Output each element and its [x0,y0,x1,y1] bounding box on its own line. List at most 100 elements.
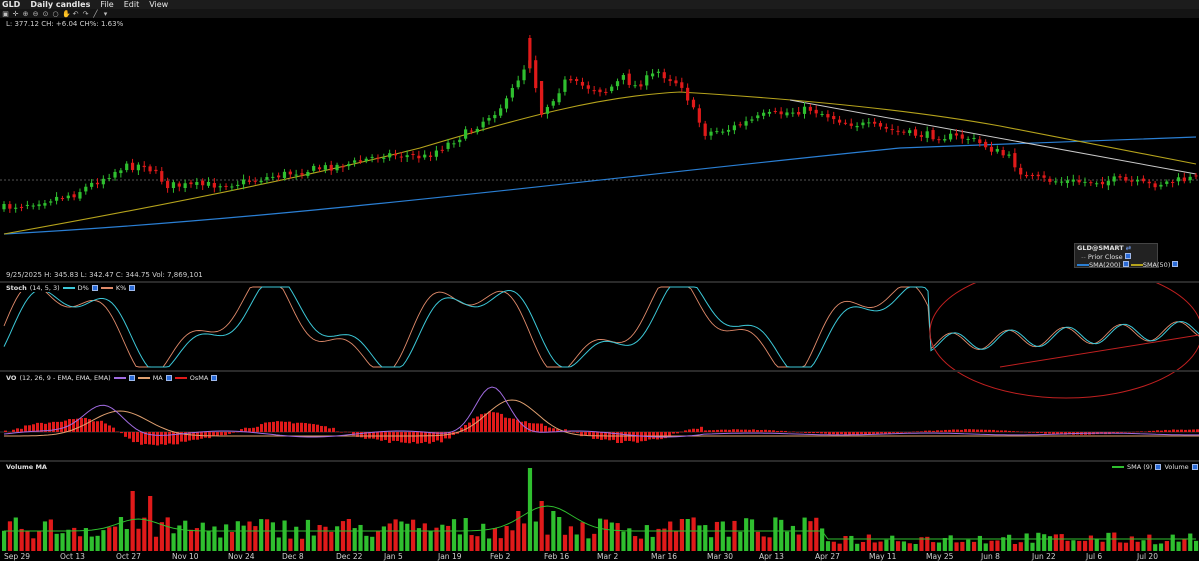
candle-body [545,107,550,114]
volume-bar [638,538,644,551]
osma-bar [80,418,83,432]
volume-bar [691,517,696,551]
osma-bar [948,429,951,432]
date-tick-label: Nov 10 [172,552,199,561]
osma-bar [548,427,551,432]
sma200-checkbox[interactable] [1122,261,1129,267]
vol-sma-checkbox[interactable] [1155,464,1162,470]
candle-body [756,115,760,119]
volume-bar [1012,543,1018,551]
candle-body [1048,178,1052,182]
candle-body [224,185,228,187]
osma-bar [276,421,279,432]
candle-body [119,170,123,174]
candle-body [113,171,117,178]
chart-toolbar: ▣ ✛ ⊕ ⊖ ⊙ ○ ✋ ↶ ↷ ╱ ▾ [0,9,1199,18]
volume-bar [142,517,147,551]
prior-close-checkbox[interactable] [1124,252,1131,259]
volume-bar [685,519,690,551]
circle-icon[interactable]: ○ [52,10,59,17]
undo-icon[interactable]: ↶ [72,10,79,17]
candle-body [1071,179,1075,182]
osma-bar [872,432,875,434]
zoom-out-icon[interactable]: ⊖ [32,10,39,17]
annotate-icon[interactable]: ▾ [102,10,109,17]
select-icon[interactable]: ▣ [2,10,9,17]
vo-ma-checkbox[interactable] [165,375,172,381]
zoom-fit-icon[interactable]: ⊙ [42,10,49,17]
osma-bar [992,429,995,432]
volume-bar [375,530,381,551]
vo-osma-label: OsMA [189,374,209,382]
interval-selector[interactable]: Daily candles [30,0,90,9]
volume-bar [276,537,281,551]
volume-checkbox[interactable] [1191,464,1198,470]
candle-body [382,157,386,159]
volume-bar [773,517,778,551]
volume-chart[interactable] [0,462,1199,551]
volume-bar [627,528,632,551]
candle-body [1112,176,1116,182]
volume-oscillator-chart[interactable] [0,372,1199,460]
zoom-in-icon[interactable]: ⊕ [22,10,29,17]
candle-body [154,169,158,172]
symbol-selector[interactable]: GLD [2,0,20,9]
volume-bar [1065,540,1070,551]
osma-bar [228,432,231,434]
menu-edit[interactable]: Edit [124,0,140,9]
candle-body [183,183,187,189]
osma-bar [252,427,255,432]
osma-bar [932,430,935,432]
sma200-line [3,136,1197,235]
link-icon[interactable]: ⇄ [1126,244,1131,252]
stoch-d-checkbox[interactable] [91,285,98,291]
osma-bar [1044,432,1047,434]
candle-body [621,75,625,80]
stoch-d-line [3,286,1199,368]
osma-bar [1032,432,1035,433]
osma-bar [836,432,839,435]
volume-bar [329,531,334,551]
redo-icon[interactable]: ↷ [82,10,89,17]
vo-osma-checkbox[interactable] [211,375,218,381]
candle-body [674,80,678,84]
osma-bar [792,431,795,433]
candle-body [534,60,538,89]
stoch-k-checkbox[interactable] [129,285,136,291]
sma50-checkbox[interactable] [1172,261,1179,267]
volume-bar [317,525,322,551]
osma-bar [492,412,495,432]
candle-body [721,131,725,133]
menu-file[interactable]: File [100,0,113,9]
date-axis[interactable]: Sep 29 Oct 13 Oct 27 Nov 10 Nov 24 Dec 8 Dec 2… [0,551,1199,561]
price-chart[interactable] [0,18,1199,281]
candle-body [896,130,900,132]
volume-bar [784,531,790,551]
candle-body [762,112,766,116]
candle-body [72,194,76,198]
draw-line-icon[interactable]: ╱ [92,10,99,17]
osma-bar [156,432,159,446]
candle-body [925,131,929,138]
menu-view[interactable]: View [149,0,168,9]
osma-bar [636,432,639,443]
stochastic-chart[interactable] [0,283,1199,370]
candle-body [1159,184,1163,187]
osma-bar [344,431,347,433]
hand-icon[interactable]: ✋ [62,10,71,17]
volume-bar [983,543,988,551]
candle-body [744,121,748,126]
volume-bar [1100,541,1105,551]
osma-bar [968,429,971,432]
osma-bar [20,428,23,432]
candle-body [1065,180,1070,184]
osma-bar [956,429,959,432]
osma-bar [748,429,751,432]
candle-body [948,133,953,140]
vo-checkbox[interactable] [128,375,135,381]
candle-body [247,180,252,182]
crosshair-icon[interactable]: ✛ [12,10,19,17]
candle-body [820,113,824,115]
prior-close-icon: -- [1081,252,1086,261]
volume-bar [387,523,392,551]
